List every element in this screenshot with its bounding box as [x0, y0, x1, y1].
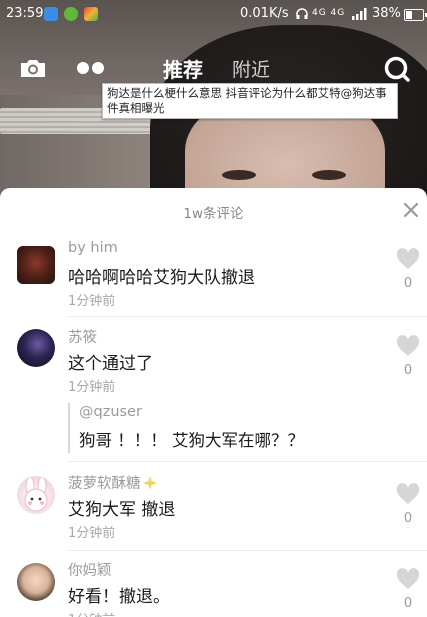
wechat-icon	[64, 7, 78, 21]
heart-icon	[396, 248, 420, 269]
comment-username-wrap[interactable]: 菠萝软酥糖	[68, 472, 158, 493]
like-button[interactable]: 0	[396, 483, 420, 526]
headphone-icon	[296, 8, 308, 19]
search-icon[interactable]	[383, 55, 411, 83]
sparkle-icon	[142, 476, 157, 490]
like-button[interactable]: 0	[396, 568, 420, 611]
avatar[interactable]	[17, 246, 55, 284]
signal-icon	[352, 8, 367, 20]
comments-sheet: 1w条评论 by him 哈哈啊哈哈艾狗大队撤退 1分钟前 0 苏筱 这个通过了…	[0, 188, 427, 617]
comment-text: 哈哈啊哈哈艾狗大队撤退	[68, 268, 255, 288]
comment-time: 1分钟前	[68, 526, 116, 541]
comment-username[interactable]: by him	[68, 240, 118, 256]
comment-text: 好看！撤退。	[68, 587, 170, 607]
comment-username[interactable]: 菠萝软酥糖	[68, 476, 141, 492]
avatar[interactable]	[17, 476, 55, 514]
divider	[68, 461, 427, 462]
k-app-icon	[44, 7, 58, 21]
like-button[interactable]: 0	[396, 248, 420, 291]
heart-icon	[396, 483, 420, 504]
comment-time: 1分钟前	[68, 294, 116, 309]
like-button[interactable]: 0	[396, 335, 420, 378]
battery-percent: 38%	[372, 6, 401, 21]
divider	[68, 316, 427, 317]
comment-item[interactable]: 苏筱 这个通过了 1分钟前 0	[0, 326, 427, 476]
status-time: 23:59	[6, 6, 44, 21]
avatar[interactable]	[17, 329, 55, 367]
status-bar: 23:59 0.01K/s 4G 4G 38%	[0, 0, 427, 28]
heart-icon	[396, 335, 420, 356]
network-speed: 0.01K/s	[240, 6, 289, 21]
comment-item[interactable]: 你妈颖 好看！撤退。 1分钟前 0	[0, 559, 427, 617]
battery-icon	[404, 9, 427, 21]
comment-username[interactable]: 苏筱	[68, 326, 97, 347]
comments-count-title: 1w条评论	[183, 206, 244, 222]
camera-icon[interactable]	[19, 58, 47, 78]
comment-item[interactable]: by him 哈哈啊哈哈艾狗大队撤退 1分钟前 0	[0, 240, 427, 320]
dots-icon[interactable]	[76, 60, 106, 76]
close-icon[interactable]	[403, 202, 419, 218]
comment-time: 1分钟前	[68, 380, 116, 395]
tab-nearby[interactable]: 附近	[232, 55, 270, 82]
comment-item[interactable]: 菠萝软酥糖 艾狗大军 撤退 1分钟前 0	[0, 472, 427, 552]
title-tooltip: 狗达是什么梗什么意思 抖音评论为什么都艾特@狗达事件真相曝光	[102, 83, 398, 119]
bunny-avatar-icon	[24, 476, 48, 512]
avatar[interactable]	[17, 563, 55, 601]
heart-icon	[396, 568, 420, 589]
top-nav: 推荐 附近	[0, 52, 427, 86]
video-person-eye-left	[222, 170, 256, 180]
network-type: 4G 4G	[312, 8, 346, 18]
like-count: 0	[403, 596, 413, 611]
comment-time: 1分钟前	[68, 609, 115, 617]
comment-text: 这个通过了	[68, 354, 153, 374]
like-count: 0	[403, 276, 413, 291]
video-person-eye-right	[312, 170, 346, 180]
quoted-reply[interactable]: @qzuser 狗哥 ！！！ 艾狗大军在哪？？	[68, 403, 398, 453]
reply-text: 狗哥 ！！！ 艾狗大军在哪？？	[79, 431, 304, 450]
like-count: 0	[403, 363, 413, 378]
comment-username[interactable]: 你妈颖	[68, 559, 112, 580]
comment-text: 艾狗大军 撤退	[68, 500, 176, 520]
divider	[68, 550, 427, 551]
gallery-icon	[84, 7, 98, 21]
like-count: 0	[403, 511, 413, 526]
reply-username[interactable]: @qzuser	[79, 404, 142, 420]
tab-recommend[interactable]: 推荐	[163, 54, 203, 83]
